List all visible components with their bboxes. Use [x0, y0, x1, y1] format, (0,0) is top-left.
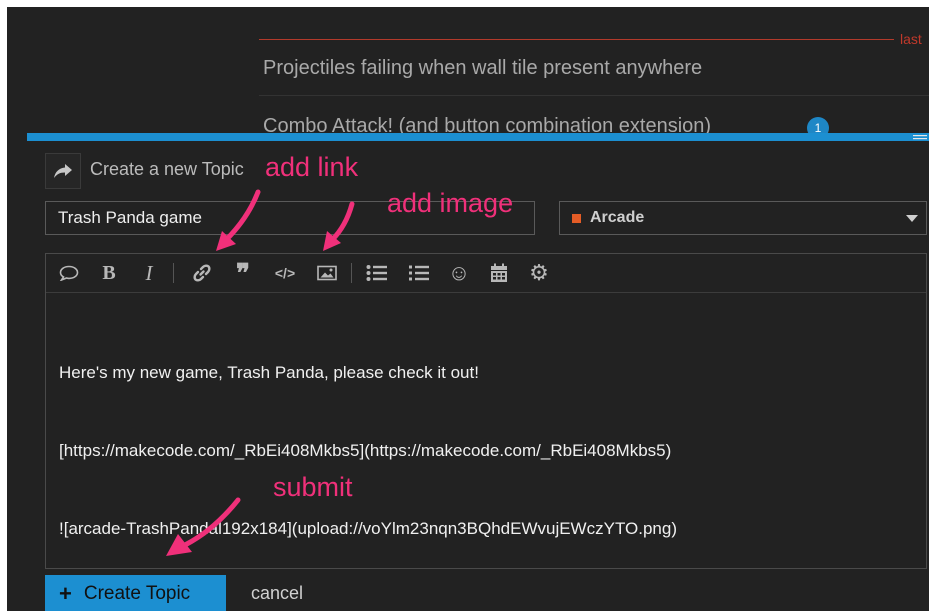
- plus-icon: +: [59, 581, 72, 606]
- category-color-swatch: [572, 214, 581, 223]
- chevron-down-icon: [906, 215, 918, 222]
- quote-bubble-icon[interactable]: [56, 259, 82, 287]
- composer-title: Create a new Topic: [90, 159, 244, 179]
- annotation-add-image: add image: [387, 188, 514, 218]
- calendar-icon[interactable]: [486, 259, 512, 287]
- create-topic-button[interactable]: + Create Topic: [45, 575, 226, 611]
- image-icon[interactable]: [314, 259, 340, 287]
- editor-textarea[interactable]: Here's my new game, Trash Panda, please …: [59, 308, 916, 594]
- editor-line: Here's my new game, Trash Panda, please …: [59, 363, 479, 382]
- last-visit-divider: [259, 39, 894, 40]
- numbered-list-icon[interactable]: [406, 259, 432, 287]
- blockquote-icon[interactable]: ❞: [230, 258, 256, 288]
- bullet-list-icon[interactable]: [364, 259, 390, 287]
- category-label: Arcade: [590, 209, 645, 226]
- emoji-icon[interactable]: ☺: [446, 259, 472, 287]
- italic-icon[interactable]: I: [138, 259, 160, 287]
- link-icon[interactable]: [188, 259, 216, 287]
- screen: last Projectiles failing when wall tile …: [7, 7, 929, 611]
- annotation-submit: submit: [273, 472, 353, 502]
- editor-line: [https://makecode.com/_RbEi408Mkbs5](htt…: [59, 441, 672, 460]
- last-visit-label: last: [900, 31, 922, 47]
- create-topic-label: Create Topic: [83, 583, 191, 604]
- toolbar-divider: [173, 263, 174, 283]
- share-arrow-icon: [54, 164, 72, 178]
- post-editor[interactable]: B I ❞ </> ☺ ⚙ Here's my new game, Trash …: [45, 253, 927, 569]
- editor-line: ![arcade-TrashPandal192x184](upload://vo…: [59, 519, 677, 538]
- composer-action-toggle[interactable]: [45, 153, 81, 189]
- annotation-add-link: add link: [265, 152, 359, 182]
- toolbar-divider: [351, 263, 352, 283]
- cancel-link[interactable]: cancel: [251, 583, 303, 604]
- editor-toolbar: B I ❞ </> ☺ ⚙: [46, 254, 926, 293]
- code-icon[interactable]: </>: [270, 259, 300, 287]
- gear-icon[interactable]: ⚙: [526, 259, 552, 287]
- topic-divider: [259, 95, 929, 96]
- grip-icon[interactable]: [913, 133, 927, 141]
- topic-list-item[interactable]: Projectiles failing when wall tile prese…: [263, 57, 702, 80]
- bold-icon[interactable]: B: [98, 259, 120, 287]
- composer-resize-bar[interactable]: [27, 133, 929, 141]
- category-dropdown[interactable]: Arcade: [559, 201, 927, 235]
